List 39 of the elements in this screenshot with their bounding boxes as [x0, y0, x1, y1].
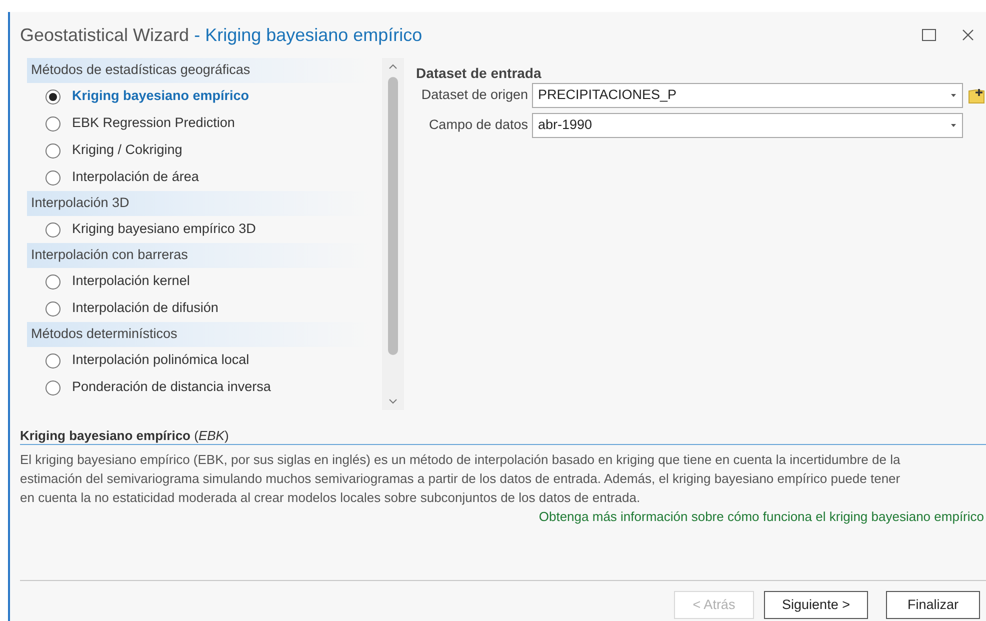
method-label[interactable]: EBK Regression Prediction [72, 113, 235, 134]
radio-button[interactable] [45, 352, 61, 368]
radio-button[interactable] [45, 142, 61, 158]
method-label[interactable]: Interpolación polinómica local [72, 350, 250, 371]
wizard-button[interactable]: Siguiente > [764, 591, 868, 619]
maximize-icon[interactable] [922, 29, 936, 41]
radio-button[interactable] [45, 274, 61, 290]
radio-button[interactable] [45, 88, 61, 104]
close-icon[interactable] [962, 29, 974, 41]
method-label[interactable]: Interpolación de área [72, 167, 199, 188]
wizard-button[interactable]: Finalizar [886, 591, 980, 619]
method-label[interactable]: Ponderación de distancia inversa [72, 377, 271, 398]
field-label: Dataset de origen [420, 86, 529, 104]
radio-button[interactable] [45, 222, 61, 238]
method-label[interactable]: Kriging / Cokriging [72, 140, 182, 161]
dropdown-arrow-icon [951, 94, 956, 97]
scroll-down-icon[interactable] [389, 399, 397, 404]
radio-button[interactable] [45, 380, 61, 396]
description-title: Kriging bayesiano empírico (EBK) [20, 427, 230, 443]
radio-button[interactable] [45, 300, 61, 316]
scrollbar-thumb[interactable] [388, 77, 398, 355]
window-subtitle: - Kriging bayesiano empírico [194, 24, 422, 44]
add-folder-icon[interactable] [968, 87, 985, 104]
more-info-link[interactable]: Obtenga más información sobre cómo funciona el kriging bayesiano empírico [538, 507, 984, 526]
method-label[interactable]: Interpolación kernel [72, 271, 190, 292]
method-label[interactable]: Interpolación de difusión [72, 298, 218, 319]
dropdown-field[interactable]: PRECIPITACIONES_P [532, 83, 963, 108]
field-label: Campo de datos [428, 116, 529, 134]
window-title: Geostatistical Wizard [20, 24, 190, 44]
description-text: El kriging bayesiano empírico (EBK, por sus siglas en inglés) es un método de interpolación basado en kriging que tiene en cuenta la incertidumbre de la estimación del semivariograma simulando muchos semivariogramas a partir de los datos de entrada. Además, el kriging bayesiano empírico puede tener en cuenta la no estaticidad moderada al crear modelos locales sobre subconjuntos de los datos de entrada. [20, 451, 902, 507]
method-label[interactable]: Kriging bayesiano empírico [72, 86, 250, 107]
dropdown-field[interactable]: abr-1990 [532, 113, 963, 138]
scrollbar[interactable] [382, 58, 404, 410]
scroll-up-icon[interactable] [389, 64, 397, 69]
dropdown-arrow-icon [951, 124, 956, 127]
radio-button[interactable] [45, 170, 61, 186]
radio-button[interactable] [45, 116, 61, 132]
section-heading: Dataset de entrada [416, 64, 542, 83]
method-label[interactable]: Kriging bayesiano empírico 3D [72, 219, 256, 240]
